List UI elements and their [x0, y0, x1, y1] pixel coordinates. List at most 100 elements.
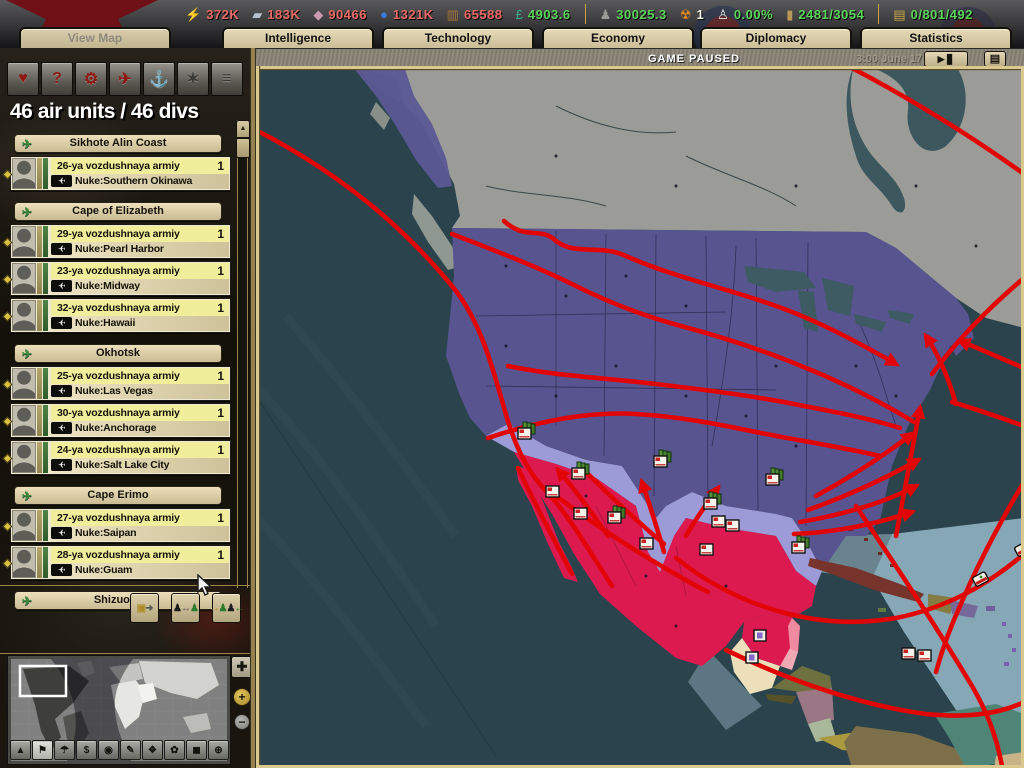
tactical-button[interactable]: ✶ — [177, 62, 209, 96]
organisation-bar — [43, 405, 48, 436]
commander-portrait — [12, 300, 36, 331]
resource-value: 1321K — [393, 7, 434, 22]
overview-button[interactable]: ♥ — [7, 62, 39, 96]
unit-info: 27-ya vozdushnaya armiy1✈Nuke:Saipan — [51, 510, 229, 541]
mapmode-revolt-button[interactable]: ❖ — [142, 740, 163, 760]
divider — [0, 653, 250, 654]
region-header[interactable]: ✈Cape Erimo — [14, 486, 222, 505]
move-units-button[interactable]: ▣➜ — [130, 593, 159, 623]
resource-nukes: ☢1 — [680, 7, 704, 22]
bomber-icon: ✈ — [51, 317, 72, 329]
mapmode-terrain-button[interactable]: ▲ — [10, 740, 31, 760]
unit-list-scrollbar[interactable]: ▲ — [237, 120, 248, 588]
airforce-button[interactable]: ✈ — [109, 62, 141, 96]
tab-economy[interactable]: Economy — [542, 27, 694, 48]
air-unit-card[interactable]: 26-ya vozdushnaya armiy1✈Nuke:Southern O… — [10, 156, 231, 191]
money-icon: £ — [516, 8, 523, 21]
air-unit-card[interactable]: 30-ya vozdushnaya armiy1✈Nuke:Anchorage — [10, 403, 231, 438]
intelligence-button[interactable]: ? — [41, 62, 73, 96]
division-count: 1 — [217, 511, 224, 525]
navy-button[interactable]: ⚓ — [143, 62, 175, 96]
bomber-icon: ✈ — [51, 527, 72, 539]
scroll-up-arrow[interactable]: ▲ — [236, 120, 250, 138]
region-header[interactable]: ✈ Sikhote Alin Coast — [14, 134, 222, 153]
army-button[interactable]: ⚙ — [75, 62, 107, 96]
mapmode-diplomatic-button[interactable]: ⊕ — [208, 740, 229, 760]
mapmode-weather-button[interactable]: ☂ — [54, 740, 75, 760]
organisation-bar — [43, 158, 48, 189]
unit-name: 32-ya vozdushnaya armiy — [57, 302, 180, 314]
mapmode-resources-button[interactable]: ◉ — [98, 740, 119, 760]
region-header[interactable]: ✈Okhotsk — [14, 344, 222, 363]
unit-name: 26-ya vozdushnaya armiy — [57, 160, 180, 172]
resource-manpower: ♟30025.3 — [600, 7, 667, 22]
mapmode-political-button[interactable]: ⚑ — [32, 740, 53, 760]
organisation-bar — [43, 547, 48, 578]
zoom-out-button[interactable]: − — [234, 714, 250, 730]
tab-intelligence[interactable]: Intelligence — [222, 27, 374, 48]
split-units-button[interactable]: →♟♟← — [212, 593, 241, 623]
economic-mapmode-icon: $ — [84, 745, 90, 756]
tab-view-map: View Map — [19, 27, 171, 48]
air-unit-card[interactable]: 29-ya vozdushnaya armiy1✈Nuke:Pearl Harb… — [10, 224, 231, 259]
resource-dissent: ♙ 0.00% — [717, 7, 773, 22]
unit-info: 30-ya vozdushnaya armiy1✈Nuke:Anchorage — [51, 405, 229, 436]
selection-diamond — [3, 170, 13, 180]
unit-name: 23-ya vozdushnaya armiy — [57, 265, 180, 277]
units-list-button[interactable]: ≡ — [211, 62, 243, 96]
unit-name: 30-ya vozdushnaya armiy — [57, 407, 180, 419]
region-name: Sikhote Alin Coast — [70, 137, 167, 149]
game-screen: { "topbar": { "resources": [ {"icon":"en… — [0, 0, 1024, 768]
commander-portrait — [12, 263, 36, 294]
resource-value: 0.00% — [734, 7, 773, 22]
unit-info: 24-ya vozdushnaya armiy1✈Nuke:Salt Lake … — [51, 442, 229, 473]
division-count: 1 — [217, 406, 224, 420]
air-unit-card[interactable]: 27-ya vozdushnaya armiy1✈Nuke:Saipan — [10, 508, 231, 543]
mapmode-partisan-button[interactable]: ✿ — [164, 740, 185, 760]
unit-mission: Nuke:Hawaii — [75, 317, 135, 329]
selection-diamond — [3, 522, 13, 532]
air-region-icon: ✈ — [22, 593, 32, 610]
play-pause-button[interactable]: ▶▐▌ — [924, 51, 968, 67]
region-name: Cape of Elizabeth — [72, 205, 164, 217]
organisation-bar — [43, 300, 48, 331]
unit-info: 26-ya vozdushnaya armiy1✈Nuke:Southern O… — [51, 158, 229, 189]
air-region-icon: ✈ — [22, 136, 32, 153]
rare-materials-icon: ◆ — [313, 8, 323, 21]
main-map[interactable] — [256, 66, 1024, 768]
tactical-icon: ✶ — [186, 69, 199, 89]
region-header[interactable]: ✈ Cape of Elizabeth — [14, 202, 222, 221]
region-name: Cape Erimo — [87, 489, 148, 501]
sidebar-toolbar: ♥?⚙✈ ⚓ ✶ ≡ — [7, 62, 243, 96]
air-unit-card[interactable]: 32-ya vozdushnaya armiy1✈Nuke:Hawaii — [10, 298, 231, 333]
mapmode-supply-button[interactable]: ✎ — [120, 740, 141, 760]
weather-mapmode-icon: ☂ — [60, 745, 69, 756]
air-unit-card[interactable]: 25-ya vozdushnaya armiy1✈Nuke:Las Vegas — [10, 366, 231, 401]
ledger-button[interactable]: ▤ — [984, 51, 1006, 67]
air-region-icon: ✈ — [22, 204, 32, 221]
unit-mission: Nuke:Southern Okinawa — [75, 175, 192, 187]
strength-bar — [37, 405, 42, 436]
division-count: 1 — [217, 264, 224, 278]
navy-icon: ⚓ — [149, 69, 169, 89]
resource-energy: ⚡372K — [185, 7, 239, 22]
mapmode-economic-button[interactable]: $ — [76, 740, 97, 760]
supplies-icon: ▥ — [447, 8, 459, 21]
selection-diamond — [3, 380, 13, 390]
air-unit-card[interactable]: 23-ya vozdushnaya armiy1✈Nuke:Midway — [10, 261, 231, 296]
selection-diamond — [3, 417, 13, 427]
tab-statistics[interactable]: Statistics — [860, 27, 1012, 48]
tab-technology[interactable]: Technology — [382, 27, 534, 48]
unit-name: 28-ya vozdushnaya armiy — [57, 549, 180, 561]
scroll-handle[interactable] — [236, 138, 250, 158]
tab-diplomacy[interactable]: Diplomacy — [700, 27, 852, 48]
dissent-icon: ♙ — [717, 8, 729, 21]
unit-info: 23-ya vozdushnaya armiy1✈Nuke:Midway — [51, 263, 229, 294]
air-unit-card[interactable]: 24-ya vozdushnaya armiy1✈Nuke:Salt Lake … — [10, 440, 231, 475]
resource-metal: ▰183K — [252, 7, 300, 22]
bomber-icon: ✈ — [51, 280, 72, 292]
zoom-in-button[interactable]: + — [233, 688, 251, 706]
bomber-icon: ✈ — [51, 175, 72, 187]
mapmode-infrastructure-button[interactable]: ◼ — [186, 740, 207, 760]
manpower-icon: ♟ — [600, 8, 612, 21]
